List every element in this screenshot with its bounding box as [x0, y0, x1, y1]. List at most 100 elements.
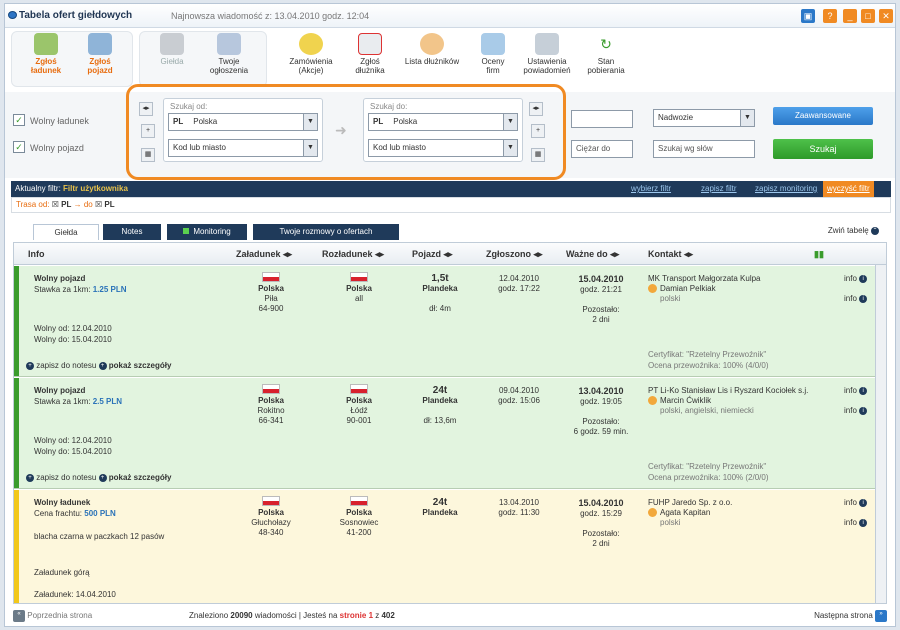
save-to-notes-link[interactable]: zapisz do notesu	[36, 473, 96, 482]
coins-icon	[299, 33, 323, 55]
title-bar: Tabela ofert giełdowych Najnowsza wiadom…	[5, 4, 895, 28]
next-page-button[interactable]: Następna strona »	[814, 606, 887, 626]
truck-gray-icon	[160, 33, 184, 55]
table-header: Info Załadunek ◂▸ Rozładunek ◂▸ Pojazd ◂…	[14, 243, 886, 265]
weight-from-input[interactable]	[571, 110, 633, 128]
col-contact[interactable]: Kontakt ◂▸	[648, 249, 693, 260]
flag-icon	[262, 384, 280, 394]
weight-to-input[interactable]: Ciężar do	[571, 140, 633, 158]
rating-icon	[481, 33, 505, 55]
free-vehicle-checkbox[interactable]: ✓	[13, 141, 25, 153]
choose-filter-link[interactable]: wybierz filtr	[631, 181, 671, 197]
show-details-link[interactable]: pokaż szczegóły	[109, 361, 172, 370]
chevron-down-icon: ▼	[740, 110, 754, 126]
free-load-checkbox[interactable]: ✓	[13, 114, 25, 126]
collapse-table-button[interactable]: Zwiń tabelę ⌃	[828, 226, 879, 235]
prev-page-button[interactable]: « Poprzednia strona	[13, 606, 92, 626]
row-title: Wolny pojazd	[34, 386, 86, 395]
settings-icon	[535, 33, 559, 55]
info-link[interactable]: info i	[844, 274, 868, 284]
maximize-icon[interactable]: □	[861, 9, 875, 23]
free-load-label: Wolny ładunek	[30, 116, 89, 126]
toolbar: Zgłoś ładunek Zgłoś pojazd Giełda Twoje ogł…	[5, 29, 895, 91]
notification-settings-button[interactable]: Ustawienia powiadomień	[517, 33, 577, 75]
minimize-icon[interactable]: _	[843, 9, 857, 23]
flag-icon	[262, 496, 280, 506]
app-logo-icon	[8, 11, 17, 19]
route-filter: Trasa od: ☒ PL → do ☒ PL	[11, 197, 891, 213]
filter-bar: Aktualny filtr: Filtr użytkownika wybier…	[11, 181, 891, 197]
flag-icon	[350, 272, 368, 282]
save-monitoring-link[interactable]: zapisz monitoring	[755, 181, 817, 197]
help-icon[interactable]: ?	[823, 9, 837, 23]
collapse-icon: ⌃	[871, 226, 879, 235]
tab-bar: Giełda Notes Monitoring Twoje rozmowy o …	[11, 222, 891, 240]
report-icon	[358, 33, 382, 55]
report-debtor-button[interactable]: Zgłoś dłużnika	[347, 33, 393, 75]
ratings-button[interactable]: Oceny firm	[473, 33, 513, 75]
tab-exchange[interactable]: Giełda	[33, 224, 99, 240]
debtor-list-button[interactable]: Lista dłużników	[397, 33, 467, 66]
close-icon[interactable]: ✕	[879, 9, 893, 23]
free-vehicle-label: Wolny pojazd	[30, 143, 84, 153]
row-title: Wolny ładunek	[34, 498, 91, 507]
info-link[interactable]: info i	[844, 386, 868, 396]
truck-load-icon	[34, 33, 58, 55]
row-title: Wolny pojazd	[34, 274, 86, 283]
ads-icon	[217, 33, 241, 55]
keyword-input[interactable]: Szukaj wg słów	[653, 140, 755, 158]
newest-message: Najnowsza wiadomość z: 13.04.2010 godz. …	[171, 11, 370, 21]
orders-button[interactable]: Zamówienia (Akcje)	[283, 33, 339, 75]
person-icon	[420, 33, 444, 55]
contact-smile-icon	[648, 508, 657, 518]
pagination-bar: « Poprzednia strona Znaleziono 20090 wia…	[5, 606, 895, 626]
col-valid[interactable]: Ważne do ◂▸	[566, 249, 619, 260]
col-posted[interactable]: Zgłoszono ◂▸	[486, 249, 543, 260]
scrollbar[interactable]	[875, 265, 886, 603]
contact-smile-icon	[648, 284, 657, 294]
download-state-button[interactable]: ↻ Stan pobierania	[581, 33, 631, 75]
table-row[interactable]: Wolny pojazd Stawka za 1km: 2.5 PLN Woln…	[14, 378, 876, 489]
info-link[interactable]: info i	[844, 498, 868, 508]
truck-icon	[88, 33, 112, 55]
info-link[interactable]: info i	[844, 518, 868, 528]
my-ads-button[interactable]: Twoje ogłoszenia	[201, 33, 257, 75]
info-link[interactable]: info i	[844, 294, 868, 304]
add-vehicle-button[interactable]: Zgłoś pojazd	[77, 33, 123, 75]
flag-icon	[350, 496, 368, 506]
chart-icon[interactable]: ▮▮	[814, 249, 824, 260]
filter-label: Aktualny filtr:	[15, 184, 61, 193]
filter-name: Filtr użytkownika	[63, 184, 128, 193]
advanced-button[interactable]: Zaawansowane	[773, 107, 873, 125]
col-unload[interactable]: Rozładunek ◂▸	[322, 249, 384, 260]
col-load[interactable]: Załadunek ◂▸	[236, 249, 292, 260]
exchange-button[interactable]: Giełda	[149, 33, 195, 66]
table-row[interactable]: Wolny pojazd Stawka za 1km: 1.25 PLN Wol…	[14, 266, 876, 377]
contact-smile-icon	[648, 396, 657, 406]
row-stripe	[14, 378, 19, 488]
tab-monitoring[interactable]: Monitoring	[167, 224, 247, 240]
save-to-notes-link[interactable]: zapisz do notesu	[36, 361, 96, 370]
col-vehicle[interactable]: Pojazd ◂▸	[412, 249, 453, 260]
body-type-select[interactable]: Nadwozie ▼	[653, 109, 755, 127]
window-icon[interactable]: ▣	[801, 9, 815, 23]
arrow-right-icon: »	[875, 609, 887, 622]
tab-notes[interactable]: Notes	[103, 224, 161, 240]
clear-filter-link[interactable]: wyczyść filtr	[823, 181, 874, 197]
info-link[interactable]: info i	[844, 406, 868, 416]
add-load-button[interactable]: Zgłoś ładunek	[23, 33, 69, 75]
tab-conversations[interactable]: Twoje rozmowy o ofertach	[253, 224, 399, 240]
table-row[interactable]: Wolny ładunek Cena frachtu: 500 PLN blac…	[14, 490, 876, 603]
show-details-link[interactable]: pokaż szczegóły	[109, 473, 172, 482]
col-info[interactable]: Info	[28, 249, 45, 259]
save-filter-link[interactable]: zapisz filtr	[701, 181, 737, 197]
refresh-icon: ↻	[594, 33, 618, 55]
app-window: Tabela ofert giełdowych Najnowsza wiadom…	[4, 3, 896, 627]
row-stripe	[14, 266, 19, 376]
row-stripe	[14, 490, 19, 603]
search-button[interactable]: Szukaj	[773, 139, 873, 159]
route-label: Trasa od:	[16, 200, 50, 209]
arrow-left-icon: «	[13, 609, 25, 622]
monitoring-dot-icon	[183, 228, 190, 234]
flag-icon	[262, 272, 280, 282]
